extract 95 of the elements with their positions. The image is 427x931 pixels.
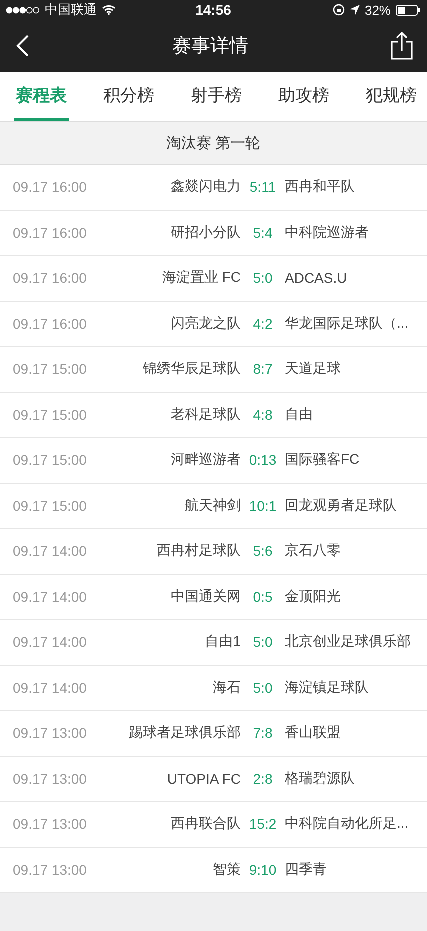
match-row[interactable]: 09.17 16:00 研招小分队 5:4 中科院巡游者	[0, 210, 427, 256]
match-score: 7:8	[252, 725, 274, 742]
match-time: 09.17 16:00	[13, 316, 88, 332]
tab[interactable]: 射手榜	[189, 72, 244, 121]
tab[interactable]: 积分榜	[102, 72, 156, 121]
match-score: 8:7	[252, 361, 274, 378]
match-score: 0:13	[248, 452, 278, 468]
match-score: 5:11	[248, 179, 278, 196]
away-team: 京石八零	[285, 542, 342, 560]
home-team: 西冉村足球队	[156, 542, 241, 560]
page-title: 赛事详情	[172, 35, 248, 59]
away-team: ADCAS.U	[285, 270, 348, 286]
match-score: 15:2	[248, 816, 278, 832]
tab[interactable]: 助攻榜	[276, 72, 332, 121]
away-team: 中科院自动化所足...	[285, 815, 410, 834]
battery-icon	[396, 4, 421, 16]
away-team: 香山联盟	[285, 724, 342, 742]
away-team: 自由	[285, 406, 314, 424]
away-team: 中科院巡游者	[285, 224, 370, 242]
match-row[interactable]: 09.17 14:00 海石 5:0 海淀镇足球队	[0, 666, 427, 711]
home-team: 西冉联合队	[170, 815, 241, 834]
home-team: 自由1	[204, 633, 241, 652]
match-row[interactable]: 09.17 16:00 鑫燚闪电力 5:11 西冉和平队	[0, 165, 427, 210]
home-team: 航天神剑	[184, 496, 241, 515]
home-team: 海石	[212, 678, 241, 697]
match-row[interactable]: 09.17 15:00 航天神剑 10:1 回龙观勇者足球队	[0, 484, 427, 529]
match-row[interactable]: 09.17 15:00 老科足球队 4:8 自由	[0, 392, 427, 438]
away-team: 海淀镇足球队	[285, 678, 370, 697]
match-row[interactable]: 09.17 13:00 智策 9:10 四季青	[0, 848, 427, 893]
tab[interactable]: 犯规榜	[364, 72, 419, 121]
rotation-lock-icon	[332, 4, 345, 16]
home-team: 闪亮龙之队	[170, 314, 241, 333]
match-row[interactable]: 09.17 16:00 海淀置业 FC 5:0 ADCAS.U	[0, 256, 427, 302]
away-team: 回龙观勇者足球队	[285, 496, 398, 515]
match-row[interactable]: 09.17 13:00 踢球者足球俱乐部 7:8 香山联盟	[0, 711, 427, 756]
match-row[interactable]: 09.17 13:00 UTOPIA FC 2:8 格瑞碧源队	[0, 756, 427, 802]
match-row[interactable]: 09.17 15:00 河畔巡游者 0:13 国际骚客FC	[0, 438, 427, 484]
away-team: 西冉和平队	[285, 178, 356, 196]
away-team: 金顶阳光	[285, 588, 342, 606]
match-row[interactable]: 09.17 14:00 西冉村足球队 5:6 京石八零	[0, 529, 427, 574]
match-time: 09.17 15:00	[13, 406, 88, 423]
match-time: 09.17 15:00	[13, 498, 88, 514]
location-arrow-icon	[350, 5, 360, 15]
match-score: 5:6	[252, 543, 274, 560]
wifi-icon	[102, 5, 116, 15]
home-team: 踢球者足球俱乐部	[128, 724, 241, 742]
home-team: 鑫燚闪电力	[170, 178, 241, 196]
match-time: 09.17 14:00	[13, 680, 88, 696]
home-team: 河畔巡游者	[170, 451, 241, 470]
match-time: 09.17 14:00	[13, 634, 88, 650]
home-team: UTOPIA FC	[166, 770, 241, 787]
home-team: 研招小分队	[170, 224, 241, 242]
home-team: 海淀置业 FC	[161, 269, 241, 288]
away-team: 四季青	[285, 860, 328, 879]
match-time: 09.17 14:00	[13, 543, 88, 560]
match-time: 09.17 13:00	[13, 862, 88, 878]
match-row[interactable]: 09.17 15:00 锦绣华辰足球队 8:7 天道足球	[0, 347, 427, 392]
away-team: 北京创业足球俱乐部	[285, 633, 412, 652]
away-team: 天道足球	[285, 360, 342, 378]
signal-icon	[6, 6, 40, 14]
match-time: 09.17 13:00	[13, 770, 88, 787]
away-team: 国际骚客FC	[285, 451, 361, 470]
match-time: 09.17 15:00	[13, 361, 88, 378]
match-row[interactable]: 09.17 16:00 闪亮龙之队 4:2 华龙国际足球队（...	[0, 302, 427, 347]
match-score: 9:10	[248, 862, 278, 878]
home-team: 锦绣华辰足球队	[142, 360, 241, 378]
match-row[interactable]: 09.17 14:00 自由1 5:0 北京创业足球俱乐部	[0, 620, 427, 666]
away-team: 格瑞碧源队	[285, 770, 356, 788]
match-score: 5:0	[252, 680, 274, 696]
match-time: 09.17 16:00	[13, 224, 88, 241]
match-score: 0:5	[252, 588, 274, 605]
match-score: 4:8	[252, 406, 274, 423]
home-team: 老科足球队	[170, 406, 241, 424]
match-time: 09.17 13:00	[13, 725, 88, 742]
match-time: 09.17 16:00	[13, 179, 88, 196]
match-score: 10:1	[248, 498, 278, 514]
match-time: 09.17 13:00	[13, 816, 88, 832]
battery-percent: 32%	[364, 2, 391, 18]
match-score: 2:8	[252, 770, 274, 787]
back-icon[interactable]	[16, 34, 30, 58]
match-score: 5:0	[252, 270, 274, 286]
match-time: 09.17 15:00	[13, 452, 88, 468]
match-score: 5:0	[252, 634, 274, 650]
away-team: 华龙国际足球队（...	[285, 314, 410, 333]
match-score: 5:4	[252, 224, 274, 241]
match-time: 09.17 14:00	[13, 588, 88, 605]
status-time: 14:56	[196, 2, 232, 18]
match-row[interactable]: 09.17 13:00 西冉联合队 15:2 中科院自动化所足...	[0, 802, 427, 848]
home-team: 智策	[212, 860, 241, 879]
share-icon[interactable]	[391, 32, 413, 60]
match-score: 4:2	[252, 316, 274, 332]
match-row[interactable]: 09.17 14:00 中国通关网 0:5 金顶阳光	[0, 574, 427, 620]
match-time: 09.17 16:00	[13, 270, 88, 286]
home-team: 中国通关网	[170, 588, 241, 606]
carrier-name: 中国联通	[45, 1, 97, 19]
